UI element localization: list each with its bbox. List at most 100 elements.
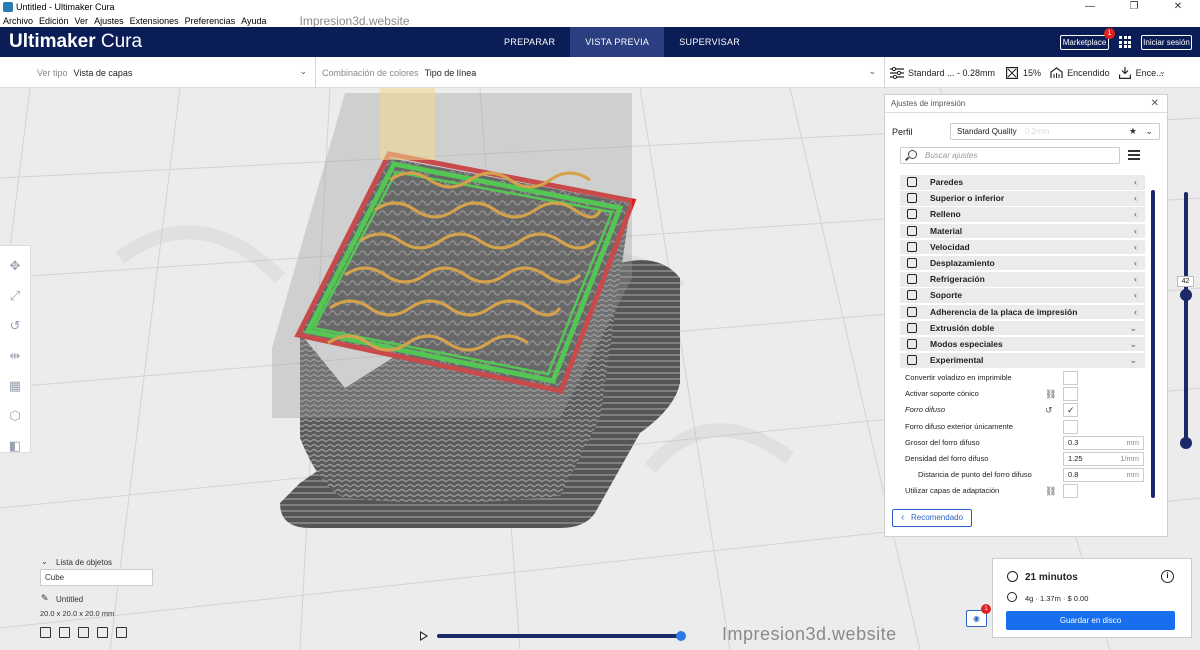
- profile-select[interactable]: Standard Quality 0.2mm ★ ⌄: [950, 123, 1160, 140]
- link-icon[interactable]: ⛓: [1045, 386, 1056, 402]
- search-icon: [908, 150, 917, 159]
- reset-icon[interactable]: ↺: [1045, 402, 1053, 418]
- settings-category-label: Desplazamiento: [930, 257, 995, 268]
- tab-supervisar[interactable]: SUPERVISAR: [664, 27, 755, 57]
- settings-category[interactable]: Velocidad ‹: [900, 239, 1145, 255]
- setting-checkbox[interactable]: [1063, 419, 1078, 434]
- link-icon[interactable]: ⛓: [1045, 483, 1056, 499]
- spool-icon: [1007, 592, 1017, 602]
- infill-summary: 15%: [1023, 67, 1042, 78]
- project-name: Untitled: [56, 595, 84, 604]
- settings-category-label: Refrigeración: [930, 274, 985, 285]
- setting-checkbox[interactable]: [1063, 387, 1078, 402]
- info-icon[interactable]: i: [1161, 570, 1174, 583]
- marketplace-button[interactable]: Marketplace: [1060, 35, 1109, 50]
- close-icon[interactable]: ✕: [1156, 0, 1200, 14]
- view-type-dropdown[interactable]: Ver tipo Vista de capas ⌄: [0, 57, 316, 88]
- menu-ajustes[interactable]: Ajustes: [94, 16, 124, 26]
- color-scheme-label: Combinación de colores: [322, 67, 419, 78]
- setting-label: Distancia de punto del forro difuso: [918, 470, 1032, 480]
- tab-preparar[interactable]: PREPARAR: [489, 27, 570, 57]
- job-summary: 21 minutos i 4g · 1.37m · $ 0.00 Guardar…: [992, 558, 1192, 638]
- apps-grid-icon[interactable]: [1119, 36, 1131, 48]
- support-icon: [907, 290, 917, 301]
- settings-menu-icon[interactable]: [1128, 150, 1140, 160]
- menu-archivo[interactable]: Archivo: [3, 16, 33, 26]
- color-scheme-dropdown[interactable]: Combinación de colores Tipo de línea ⌄: [316, 57, 885, 88]
- setting-label: Utilizar capas de adaptación: [905, 486, 1000, 496]
- setting-unit: mm: [1126, 470, 1140, 480]
- menu-ver[interactable]: Ver: [75, 16, 89, 26]
- window-controls: — ❐ ✕: [1068, 0, 1200, 14]
- setting-input[interactable]: 0.8 mm: [1063, 468, 1144, 483]
- signin-button[interactable]: Iniciar sesión: [1141, 35, 1192, 50]
- camera-view-buttons: [40, 627, 135, 638]
- settings-category[interactable]: Refrigeración ‹: [900, 272, 1145, 287]
- save-to-disk-button[interactable]: Guardar en disco: [1006, 611, 1175, 630]
- layer-slider-bottom-handle[interactable]: [1180, 437, 1192, 449]
- setting-input[interactable]: 0.3 mm: [1063, 435, 1144, 450]
- adhesion-icon: [1118, 66, 1132, 80]
- minimize-icon[interactable]: —: [1068, 0, 1112, 14]
- view-right-icon[interactable]: [116, 627, 127, 638]
- view-front-icon[interactable]: [59, 627, 70, 638]
- recommended-button[interactable]: Recomendado: [892, 509, 972, 527]
- simulation-slider-handle[interactable]: [676, 631, 686, 641]
- left-toolbar: ✥ ⤢ ↺ ⇹ ▦ ⬡ ◧: [0, 245, 31, 453]
- print-settings-summary[interactable]: Standard ... - 0.28mm 15% Encendido Ence…: [890, 57, 1200, 88]
- support-blocker-icon[interactable]: ⬡: [7, 408, 23, 424]
- play-icon[interactable]: [420, 631, 428, 641]
- panel-scrollbar[interactable]: [1151, 190, 1155, 498]
- settings-category[interactable]: Material ‹: [900, 223, 1145, 239]
- rotate-icon[interactable]: ↺: [7, 318, 23, 334]
- settings-category[interactable]: Adherencia de la placa de impresión ‹: [900, 304, 1145, 319]
- menu-preferencias[interactable]: Preferencias: [185, 16, 236, 26]
- settings-category[interactable]: Soporte ‹: [900, 288, 1145, 303]
- brand-thin: Cura: [100, 31, 143, 52]
- window-title: Untitled - Ultimaker Cura: [16, 2, 115, 12]
- menu-extensiones[interactable]: Extensiones: [130, 16, 179, 26]
- view-type-value: Vista de capas: [73, 67, 133, 78]
- setting-label: Forro difuso: [905, 405, 946, 415]
- setting-unit: 1/mm: [1120, 453, 1139, 463]
- close-icon[interactable]: ✕: [1151, 95, 1159, 113]
- maximize-icon[interactable]: ❐: [1112, 0, 1156, 14]
- view-left-icon[interactable]: [97, 627, 108, 638]
- view-top-icon[interactable]: [78, 627, 89, 638]
- settings-category[interactable]: Paredes ‹: [900, 175, 1145, 190]
- view-3d-icon[interactable]: [40, 627, 51, 638]
- move-icon[interactable]: ✥: [7, 258, 23, 274]
- experimental-icon: [907, 355, 917, 366]
- scale-icon[interactable]: ⤢: [7, 288, 23, 304]
- mirror-icon[interactable]: ⇹: [7, 348, 23, 364]
- settings-category[interactable]: Desplazamiento ‹: [900, 255, 1145, 271]
- settings-category-label: Adherencia de la placa de impresión: [930, 306, 1078, 317]
- star-icon[interactable]: ★: [1129, 124, 1137, 139]
- settings-category[interactable]: Modos especiales ⌄: [900, 336, 1145, 352]
- settings-category[interactable]: Relleno ‹: [900, 207, 1145, 222]
- setting-checkbox[interactable]: [1063, 371, 1078, 385]
- settings-category[interactable]: Experimental ⌄: [900, 353, 1145, 368]
- simulation-slider-track[interactable]: [437, 634, 683, 638]
- custom-supports-icon[interactable]: ◧: [7, 438, 23, 454]
- settings-category[interactable]: Superior o inferior ‹: [900, 191, 1145, 206]
- setting-checkbox[interactable]: [1063, 484, 1078, 499]
- notification-badge: 1: [981, 604, 991, 614]
- search-settings-input[interactable]: Buscar ajustes: [900, 147, 1120, 164]
- setting-input[interactable]: 1.25 1/mm: [1063, 451, 1144, 466]
- cooling-icon: [907, 274, 917, 285]
- menu-ayuda[interactable]: Ayuda: [241, 16, 266, 26]
- object-list-item[interactable]: Cube: [40, 569, 153, 586]
- layer-slider-top-handle[interactable]: [1180, 289, 1192, 301]
- settings-category[interactable]: Extrusión doble ⌄: [900, 320, 1145, 336]
- layer-slider-track[interactable]: [1184, 192, 1188, 446]
- profile-summary: Standard ... - 0.28mm: [908, 67, 996, 78]
- setting-checkbox[interactable]: [1063, 402, 1078, 419]
- tab-vista-previa[interactable]: VISTA PREVIA: [570, 27, 665, 57]
- settings-categories: Paredes ‹ Superior o inferior ‹ Relleno ‹ Mate…: [900, 175, 1145, 369]
- walls-icon: [907, 177, 917, 187]
- chevron-down-icon: ⌄: [299, 66, 307, 76]
- menu-edicion[interactable]: Edición: [39, 16, 69, 26]
- layer-number[interactable]: 42: [1177, 276, 1194, 287]
- per-model-settings-icon[interactable]: ▦: [7, 378, 23, 394]
